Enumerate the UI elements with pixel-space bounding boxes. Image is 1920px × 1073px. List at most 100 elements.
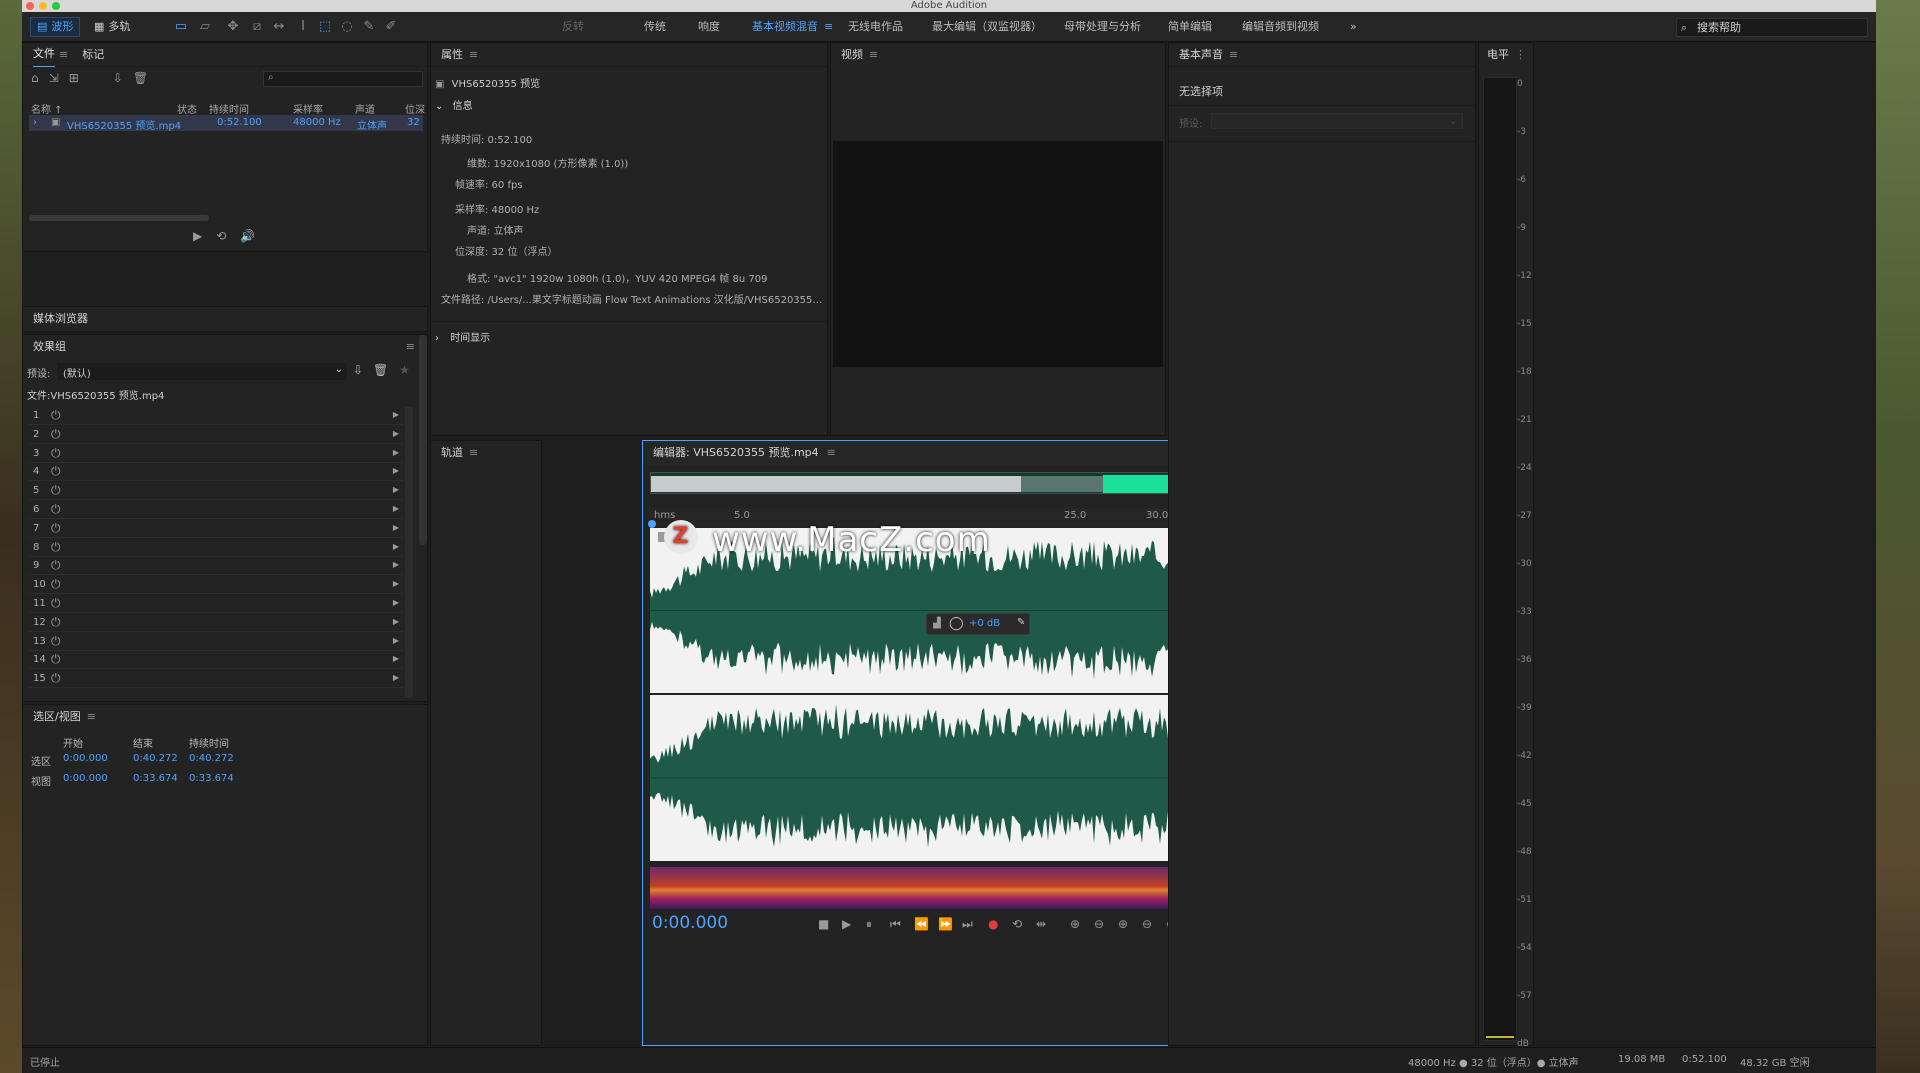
panel-menu-icon[interactable]: ⋮ [1515, 43, 1526, 67]
panel-menu-icon[interactable]: ≡ [469, 441, 478, 465]
workspace-item[interactable]: 反转 [562, 18, 584, 36]
panel-menu-icon[interactable]: ≡ [59, 43, 68, 67]
workspace-item[interactable]: 传统 [644, 18, 666, 36]
effect-slot[interactable]: 9 ⏻ ▶ [29, 557, 403, 576]
play-icon[interactable]: ▶ [842, 917, 851, 931]
effect-slot[interactable]: 13 ⏻ ▶ [29, 633, 403, 651]
view-end[interactable]: 0:33.674 [133, 773, 178, 784]
rewind-icon[interactable]: ⏪ [914, 917, 929, 931]
triangle-right-icon[interactable]: ▶ [393, 448, 399, 457]
panel-menu-icon[interactable]: ≡ [406, 335, 415, 359]
file-row[interactable]: › ▣ VHS6520355 预览.mp4 0:52.100 48000 Hz … [29, 115, 423, 132]
power-icon[interactable]: ⏻ [51, 464, 61, 479]
loop-preview-icon[interactable]: ⟲ [216, 229, 226, 243]
open-folder-icon[interactable]: ⌂ [31, 71, 39, 85]
hud-gain-value[interactable]: +0 dB [969, 618, 1000, 629]
effect-slot[interactable]: 4 ⏻ ▶ [29, 463, 403, 482]
triangle-right-icon[interactable]: ▶ [393, 654, 399, 663]
tab-files[interactable]: 文件 [33, 42, 55, 67]
triangle-right-icon[interactable]: ▶ [393, 523, 399, 532]
left-column-scrollbar[interactable] [419, 335, 427, 545]
import-icon[interactable]: ⇲ [49, 71, 59, 85]
razor-tool-icon[interactable]: ⧄ [248, 18, 266, 36]
fast-forward-icon[interactable]: ⏩ [938, 917, 953, 931]
effects-scrollbar[interactable] [405, 407, 413, 697]
zoom-out-amplitude-icon[interactable]: ⊖ [1094, 917, 1104, 931]
triangle-right-icon[interactable]: ▶ [393, 429, 399, 438]
zoom-window-button[interactable] [52, 2, 60, 10]
view-duration[interactable]: 0:33.674 [189, 773, 234, 784]
time-display-section-toggle[interactable]: › 时间显示 [435, 329, 490, 344]
brush-tool-icon[interactable]: ✎ [360, 18, 378, 36]
hud-volume[interactable]: ▟ ◯ +0 dB ✎ [926, 613, 1030, 635]
effect-slot[interactable]: 2 ⏻ ▶ [29, 426, 403, 444]
power-icon[interactable]: ⏻ [51, 596, 61, 611]
column-header[interactable]: 位深 [405, 101, 425, 116]
files-search-input[interactable]: ⌕ [263, 71, 423, 87]
minimize-window-button[interactable] [39, 2, 47, 10]
zoom-in-amplitude-icon[interactable]: ⊕ [1070, 917, 1080, 931]
column-header[interactable]: 名称 ↑ [31, 101, 63, 116]
triangle-right-icon[interactable]: ▶ [393, 466, 399, 475]
delete-icon[interactable]: 🗑 [133, 71, 148, 85]
waveform-channel-right[interactable] [650, 695, 1216, 861]
panel-menu-icon[interactable]: ≡ [1229, 43, 1238, 67]
workspace-item-active[interactable]: 基本视频混音 [752, 18, 818, 36]
workspace-item[interactable]: 最大编辑（双监视器） [932, 18, 1042, 36]
close-window-button[interactable] [26, 2, 34, 10]
loop-icon[interactable]: ⟲ [1012, 917, 1022, 931]
column-header[interactable]: 状态 [177, 101, 197, 116]
effect-slot[interactable]: 8 ⏻ ▶ [29, 539, 403, 557]
marquee-tool-icon[interactable]: ⬚ [316, 18, 334, 36]
delete-preset-icon[interactable]: 🗑 [373, 363, 388, 377]
waveform-mode-button[interactable]: ▤ 波形 [30, 17, 81, 37]
move-tool-icon[interactable]: ✥ [224, 18, 242, 36]
video-preview[interactable] [833, 141, 1163, 367]
skip-to-start-icon[interactable]: ⏮ [890, 917, 901, 932]
save-preset-icon[interactable]: ⇩ [353, 363, 363, 377]
workspace-item[interactable]: 编辑音频到视频 [1242, 18, 1319, 36]
power-icon[interactable]: ⏻ [51, 634, 61, 649]
new-file-icon[interactable]: ⊞ [69, 71, 79, 85]
tab-markers[interactable]: 标记 [82, 43, 104, 67]
power-icon[interactable]: ⏻ [51, 615, 61, 630]
help-search-input[interactable]: ⌕ 搜索帮助 [1676, 18, 1868, 37]
spot-healing-tool-icon[interactable]: ✐ [382, 18, 400, 36]
current-time-display[interactable]: 0:00.000 [652, 913, 728, 933]
effect-slot[interactable]: 14 ⏻ ▶ [29, 651, 403, 670]
selection-end[interactable]: 0:40.272 [133, 753, 178, 764]
triangle-right-icon[interactable]: ▶ [393, 673, 399, 682]
spectral-pitch-icon[interactable]: ▱ [196, 18, 214, 36]
waveform-overview[interactable] [650, 472, 1216, 494]
selection-duration[interactable]: 0:40.272 [189, 753, 234, 764]
power-icon[interactable]: ⏻ [51, 540, 61, 555]
lasso-tool-icon[interactable]: ◌ [338, 18, 356, 36]
triangle-right-icon[interactable]: ▶ [393, 598, 399, 607]
effect-slot[interactable]: 10 ⏻ ▶ [29, 576, 403, 595]
panel-menu-icon[interactable]: ≡ [869, 43, 878, 67]
power-icon[interactable]: ⏻ [51, 502, 61, 517]
panel-menu-icon[interactable]: ≡ [469, 43, 478, 67]
media-browser-header[interactable]: 媒体浏览器 [23, 307, 427, 331]
multitrack-mode-button[interactable]: ▦ 多轨 [88, 17, 136, 37]
autoplay-icon[interactable]: 🔊 [240, 229, 255, 243]
triangle-right-icon[interactable]: ▶ [393, 410, 399, 419]
spectral-frequency-icon[interactable]: ▭ [172, 18, 190, 36]
power-icon[interactable]: ⏻ [51, 521, 61, 536]
effect-slot[interactable]: 11 ⏻ ▶ [29, 595, 403, 613]
panel-menu-icon[interactable]: ≡ [87, 705, 96, 729]
slip-tool-icon[interactable]: ↔ [270, 18, 288, 36]
power-icon[interactable]: ⏻ [51, 483, 61, 498]
playhead-handle[interactable] [648, 520, 656, 528]
view-start[interactable]: 0:00.000 [63, 773, 108, 784]
triangle-right-icon[interactable]: ▶ [393, 542, 399, 551]
workspace-menu-icon[interactable]: ≡ [824, 18, 833, 36]
volume-knob-icon[interactable]: ◯ [949, 616, 964, 631]
effect-slot[interactable]: 3 ⏻ ▶ [29, 445, 403, 463]
column-header[interactable]: 持续时间 [209, 101, 249, 116]
record-icon[interactable]: ● [988, 917, 998, 931]
workspace-item[interactable]: 母带处理与分析 [1064, 18, 1141, 36]
spectral-display[interactable] [650, 867, 1216, 909]
time-selection-tool-icon[interactable]: I [294, 18, 312, 36]
power-icon[interactable]: ⏻ [51, 427, 61, 442]
